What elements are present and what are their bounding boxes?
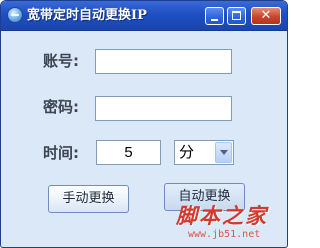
site-watermark: 脚本之家 www.jb51.net <box>166 196 286 246</box>
password-input[interactable] <box>95 96 232 121</box>
minimize-button[interactable] <box>205 7 224 25</box>
maximize-button[interactable] <box>227 7 246 25</box>
maximize-icon <box>232 11 241 20</box>
chevron-down-icon[interactable] <box>215 142 232 163</box>
account-label: 账号: <box>43 52 79 70</box>
watermark-text: 脚本之家 <box>176 203 268 228</box>
manual-change-button[interactable]: 手动更换 <box>48 185 129 213</box>
watermark-url: www.jb51.net <box>188 229 261 240</box>
password-label: 密码: <box>43 98 79 116</box>
time-label: 时间: <box>43 144 79 162</box>
minimize-icon <box>211 19 218 21</box>
time-input[interactable]: 5 <box>96 140 161 165</box>
title-bar[interactable]: 宽带定时自动更换IP ✕ <box>1 1 287 31</box>
window-title: 宽带定时自动更换IP <box>27 8 147 23</box>
close-button[interactable]: ✕ <box>251 7 281 25</box>
close-icon: ✕ <box>260 8 272 23</box>
network-globe-icon <box>7 7 23 23</box>
time-unit-value: 分 <box>179 143 195 161</box>
time-unit-select[interactable]: 分 <box>174 140 234 165</box>
account-input[interactable] <box>95 49 232 74</box>
